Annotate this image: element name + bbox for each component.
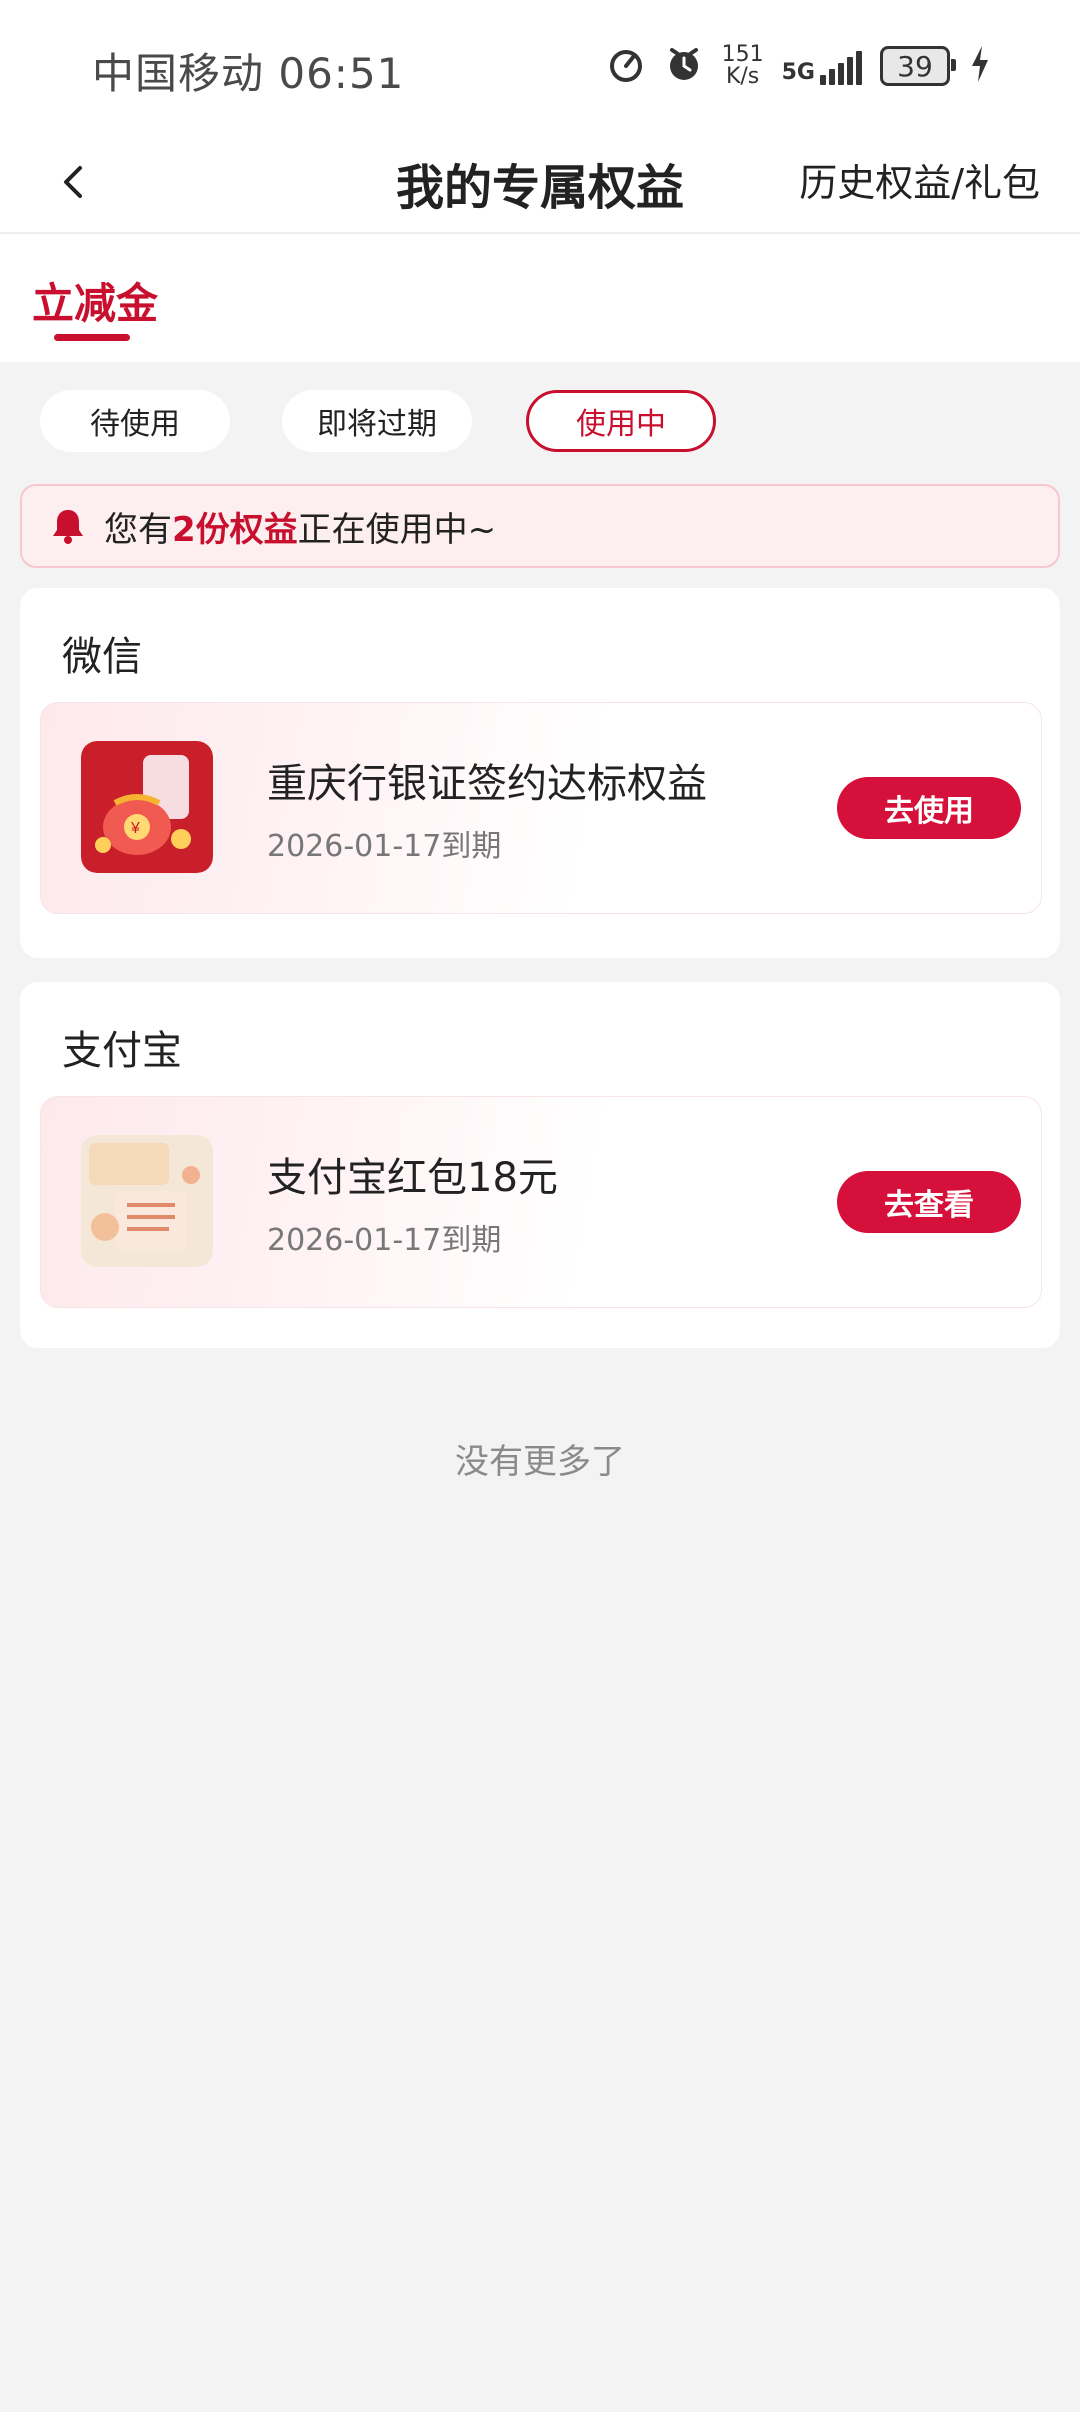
- benefit-expire-date: 2026-01-17到期: [267, 1223, 502, 1258]
- notice-highlight: 2份权益: [172, 509, 298, 550]
- card-title: 微信: [62, 634, 142, 680]
- battery-icon: 39: [880, 46, 956, 86]
- use-button[interactable]: 去使用: [837, 777, 1021, 839]
- signal-bar: [829, 69, 835, 85]
- benefit-item[interactable]: ¥ 重庆行银证签约达标权益 2026-01-17到期 去使用: [40, 702, 1042, 914]
- speedometer-icon: [606, 44, 646, 88]
- signal-bar: [856, 51, 862, 85]
- signal-icon: 5G: [782, 47, 862, 85]
- benefit-thumbnail: ¥: [81, 741, 213, 873]
- filter-bar: 待使用 即将过期 使用中: [0, 362, 1080, 472]
- network-speed-unit: K/s: [725, 64, 760, 89]
- network-speed: 151 K/s: [722, 44, 764, 88]
- filter-pending[interactable]: 待使用: [40, 390, 230, 452]
- tabs: 立减金: [0, 234, 1080, 362]
- network-speed-value: 151: [721, 42, 764, 67]
- bell-icon: [48, 506, 88, 546]
- benefit-expire-date: 2026-01-17到期: [267, 829, 502, 864]
- no-more-text: 没有更多了: [455, 1442, 625, 1482]
- signal-bar: [820, 75, 826, 85]
- signal-bar: [847, 57, 853, 85]
- filter-in-use[interactable]: 使用中: [526, 390, 716, 452]
- view-button[interactable]: 去查看: [837, 1171, 1021, 1233]
- benefit-item[interactable]: 支付宝红包18元 2026-01-17到期 去查看: [40, 1096, 1042, 1308]
- wechat-card: 微信 ¥ 重庆行银证签约达标权益 2026-01-17到期 去使用: [20, 588, 1060, 958]
- battery-level: 39: [897, 49, 933, 83]
- alarm-icon: [664, 44, 704, 88]
- filter-expiring[interactable]: 即将过期: [282, 390, 472, 452]
- alipay-card: 支付宝 支付宝红包18元 2026-01-17到期 去查看: [20, 982, 1060, 1348]
- tab-instant-discount[interactable]: 立减金: [32, 270, 158, 331]
- charging-icon: [968, 44, 992, 88]
- notice-prefix: 您有: [104, 509, 172, 550]
- benefit-thumbnail: [81, 1135, 213, 1267]
- network-label: 5G: [781, 60, 815, 85]
- header: 我的专属权益 历史权益/礼包: [0, 132, 1080, 234]
- tab-underline: [54, 334, 130, 341]
- benefit-name: 重庆行银证签约达标权益: [267, 761, 707, 807]
- history-benefits-link[interactable]: 历史权益/礼包: [799, 152, 1040, 207]
- signal-bar: [838, 63, 844, 85]
- card-title: 支付宝: [62, 1028, 182, 1074]
- status-bar: 中国移动 06:51 151 K/s 5G 39: [0, 0, 1080, 132]
- status-icons: 151 K/s 5G 39: [606, 44, 992, 88]
- notice-suffix: 正在使用中~: [297, 509, 497, 550]
- svg-text:¥: ¥: [130, 820, 140, 837]
- notice-banner: 您有 2份权益 正在使用中~: [20, 484, 1060, 568]
- carrier-time: 中国移动 06:51: [92, 49, 405, 98]
- benefit-name: 支付宝红包18元: [267, 1155, 558, 1201]
